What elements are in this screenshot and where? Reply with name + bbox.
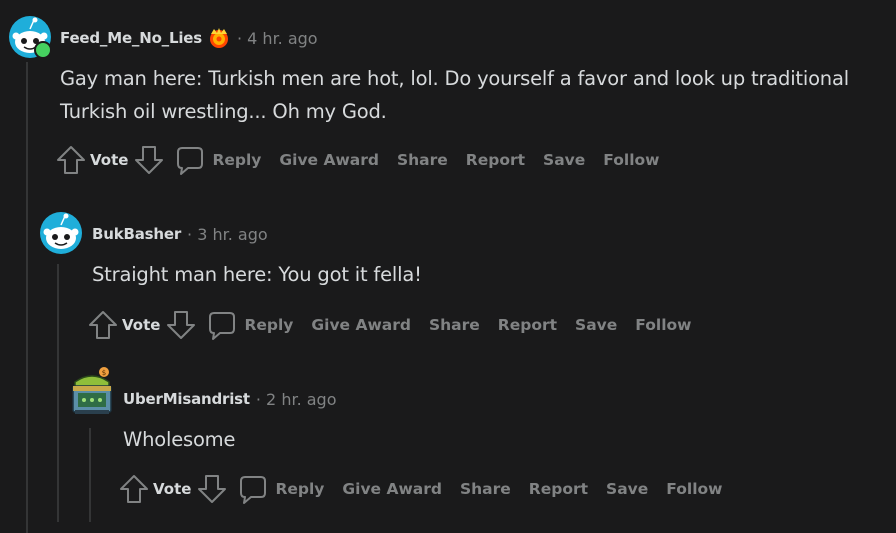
- save-button[interactable]: Save: [606, 480, 648, 498]
- reply-button[interactable]: Reply: [239, 473, 324, 505]
- comment-body: Straight man here: You got it fella!: [92, 263, 422, 286]
- save-button[interactable]: Save: [575, 316, 617, 334]
- report-button[interactable]: Report: [529, 480, 588, 498]
- timestamp[interactable]: · 4 hr. ago: [237, 29, 318, 48]
- upvote-icon[interactable]: [119, 473, 149, 505]
- comment-actions: Vote Reply Give Award Share Report Save …: [56, 144, 678, 176]
- separator-dot: ·: [255, 389, 267, 409]
- report-button[interactable]: Report: [466, 151, 525, 169]
- downvote-icon[interactable]: [197, 473, 227, 505]
- vote-count: Vote: [153, 480, 192, 498]
- separator-dot: ·: [236, 28, 248, 48]
- upvote-icon[interactable]: [88, 309, 118, 341]
- downvote-icon[interactable]: [166, 309, 196, 341]
- save-button[interactable]: Save: [543, 151, 585, 169]
- award-crown-icon[interactable]: [207, 26, 231, 50]
- reply-button[interactable]: Reply: [208, 309, 293, 341]
- reply-label: Reply: [212, 151, 262, 169]
- comment-actions: Vote Reply Give Award Share Report Save …: [88, 309, 710, 341]
- upvote-icon[interactable]: [56, 144, 86, 176]
- comment-bubble-icon: [239, 473, 267, 505]
- follow-button[interactable]: Follow: [635, 316, 691, 334]
- timestamp[interactable]: · 2 hr. ago: [256, 390, 337, 409]
- comment-bubble-icon: [176, 144, 204, 176]
- separator-dot: ·: [187, 224, 198, 244]
- reply-button[interactable]: Reply: [176, 144, 261, 176]
- thread-line[interactable]: [57, 264, 59, 522]
- reply-label: Reply: [244, 316, 294, 334]
- timestamp[interactable]: · 3 hr. ago: [187, 225, 268, 244]
- time-label: 2 hr. ago: [266, 389, 337, 409]
- online-status-indicator: [34, 41, 52, 59]
- downvote-icon[interactable]: [134, 144, 164, 176]
- thread-line[interactable]: [26, 62, 28, 533]
- comment-actions: Vote Reply Give Award Share Report Save …: [119, 473, 741, 505]
- give-award-button[interactable]: Give Award: [342, 480, 442, 498]
- reply-label: Reply: [275, 480, 325, 498]
- username-link[interactable]: UberMisandrist: [123, 390, 250, 408]
- share-button[interactable]: Share: [397, 151, 448, 169]
- treasure-chest-avatar-icon[interactable]: $: [69, 364, 115, 420]
- time-label: 3 hr. ago: [197, 224, 268, 244]
- follow-button[interactable]: Follow: [666, 480, 722, 498]
- username-link[interactable]: Feed_Me_No_Lies: [60, 29, 202, 47]
- give-award-button[interactable]: Give Award: [311, 316, 411, 334]
- comment-bubble-icon: [208, 309, 236, 341]
- snoo-avatar-icon[interactable]: [39, 211, 83, 255]
- follow-button[interactable]: Follow: [603, 151, 659, 169]
- share-button[interactable]: Share: [460, 480, 511, 498]
- comment-body: Gay man here: Turkish men are hot, lol. …: [60, 67, 849, 123]
- comment-body: Wholesome: [123, 428, 236, 451]
- share-button[interactable]: Share: [429, 316, 480, 334]
- thread-line[interactable]: [89, 428, 91, 522]
- vote-count: Vote: [122, 316, 161, 334]
- report-button[interactable]: Report: [498, 316, 557, 334]
- svg-text:$: $: [102, 369, 106, 377]
- username-link[interactable]: BukBasher: [92, 225, 181, 243]
- time-label: 4 hr. ago: [247, 28, 318, 48]
- give-award-button[interactable]: Give Award: [279, 151, 379, 169]
- vote-count: Vote: [90, 151, 129, 169]
